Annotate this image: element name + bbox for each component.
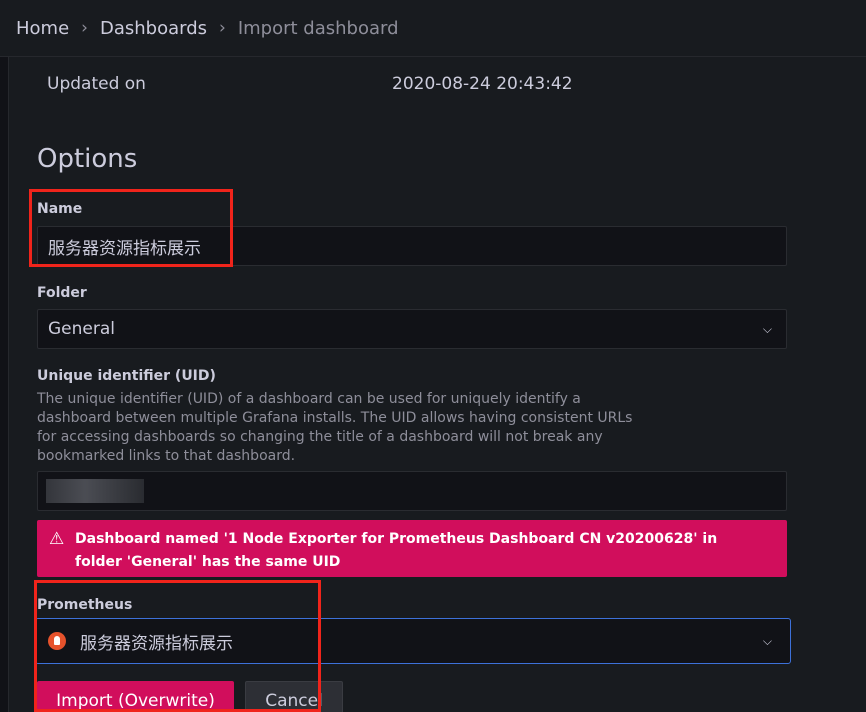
folder-value: General xyxy=(48,319,115,339)
folder-label: Folder xyxy=(37,285,87,301)
breadcrumb-current: Import dashboard xyxy=(237,17,399,39)
uid-conflict-alert: ⚠ Dashboard named '1 Node Exporter for P… xyxy=(37,520,787,577)
import-overwrite-button[interactable]: Import (Overwrite) xyxy=(37,681,234,712)
folder-select[interactable]: General ⌵ xyxy=(37,309,787,349)
breadcrumb-bar: Home › Dashboards › Import dashboard xyxy=(0,0,866,57)
breadcrumb-home[interactable]: Home xyxy=(16,18,69,39)
options-title: Options xyxy=(37,144,138,174)
prometheus-label: Prometheus xyxy=(37,597,133,613)
breadcrumb-dashboards[interactable]: Dashboards xyxy=(100,18,207,39)
breadcrumb-separator: › xyxy=(219,18,226,38)
alert-text: Dashboard named '1 Node Exporter for Pro… xyxy=(75,531,718,570)
name-input[interactable]: 服务器资源指标展示 xyxy=(37,226,787,266)
uid-description: The unique identifier (UID) of a dashboa… xyxy=(37,391,633,464)
cancel-button[interactable]: Cancel xyxy=(245,681,343,712)
uid-label: Unique identifier (UID) xyxy=(37,368,216,384)
prometheus-icon xyxy=(48,632,66,650)
breadcrumb-separator: › xyxy=(81,18,88,38)
prometheus-datasource-select[interactable]: 服务器资源指标展示 ⌵ xyxy=(35,618,791,664)
chevron-down-icon: ⌵ xyxy=(762,321,772,336)
uid-input[interactable] xyxy=(37,471,787,511)
uid-redacted-value xyxy=(46,479,144,503)
name-label: Name xyxy=(37,201,83,217)
prometheus-value: 服务器资源指标展示 xyxy=(80,633,233,654)
name-value: 服务器资源指标展示 xyxy=(48,238,201,259)
prometheus-selected: 服务器资源指标展示 xyxy=(48,629,233,654)
updated-label: Updated on xyxy=(47,74,146,94)
warning-triangle-icon: ⚠ xyxy=(49,529,65,549)
chevron-down-icon: ⌵ xyxy=(762,633,772,648)
updated-value: 2020-08-24 20:43:42 xyxy=(392,74,573,94)
